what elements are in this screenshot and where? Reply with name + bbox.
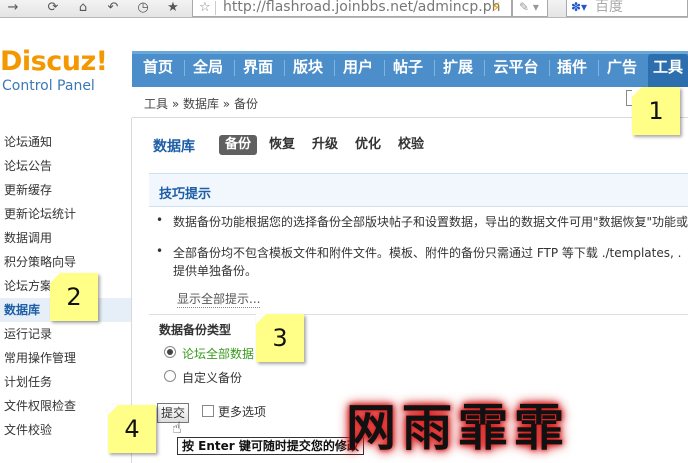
show-all-tips-link[interactable]: 显示全部提示... (177, 290, 261, 308)
address-bar[interactable]: ☆ http://flashroad.joinbbs.net/admincp.p… (192, 0, 512, 17)
tip-text: 全部备份均不包含模板文件和附件文件。模板、附件的备份只需通过 FTP 等下载 .… (173, 246, 682, 260)
sidebar-item-ops[interactable]: 常用操作管理 (0, 346, 131, 370)
lightning-icon[interactable]: ⚡ (491, 0, 501, 16)
breadcrumb: 工具 » 数据库 » 备份 (144, 97, 258, 111)
sidebar-item-credits[interactable]: 积分策略向导 (0, 250, 131, 274)
bullet: • (156, 244, 164, 258)
search-input[interactable]: ✽▾ 百度 (566, 0, 688, 17)
search-placeholder: 百度 (595, 0, 623, 15)
submit-tooltip: 按 Enter 键可随时提交您的修改 (177, 437, 364, 455)
history-icon[interactable]: ◷ (134, 0, 152, 17)
favorite-icon[interactable]: ☆ (199, 0, 211, 15)
backup-type-label: 数据备份类型 (159, 323, 232, 337)
more-options-label: 更多选项 (218, 405, 267, 419)
address-text: http://flashroad.joinbbs.net/admincp.ph (223, 0, 501, 15)
nav-plugins[interactable]: 插件 (554, 54, 590, 87)
sidebar-item-stats[interactable]: 更新论坛统计 (0, 202, 131, 226)
home-icon[interactable]: ⌂ (74, 0, 92, 17)
radio-button[interactable] (164, 370, 176, 382)
tip-text: 数据备份功能根据您的选择备份全部版块帖子和设置数据，导出的数据文件可用"数据恢复… (173, 215, 688, 229)
nav-divider (598, 60, 599, 76)
sidebar-item-announce[interactable]: 论坛公告 (0, 154, 131, 178)
browser-toolbar: → ⟳ ⌂ ↶ ◷ ★ ☆ http://flashroad.joinbbs.n… (0, 0, 688, 18)
note-3: 3 (256, 314, 304, 362)
nav-divider (384, 60, 385, 76)
watermark: 网雨霏霏 (346, 398, 570, 457)
nav-home[interactable]: 首页 (140, 54, 176, 87)
nav-divider (484, 60, 485, 76)
page-title: 数据库 (153, 139, 195, 155)
radio-button[interactable] (164, 346, 176, 358)
sidebar-item-log[interactable]: 运行记录 (0, 322, 131, 346)
bookmark-star-icon[interactable]: ★ (164, 0, 182, 17)
tip-text: 提供单独备份。 (173, 264, 258, 278)
nav-divider (334, 60, 335, 76)
nav-users[interactable]: 用户 (340, 54, 376, 87)
sidebar-item-notify[interactable]: 论坛通知 (0, 130, 131, 154)
tab-restore[interactable]: 恢复 (263, 135, 301, 155)
forward-icon[interactable]: → (4, 0, 22, 17)
header: Discuz! Control Panel 首页 全局 界面 版块 用户 帖子 … (0, 18, 688, 94)
tools-icon[interactable]: ✎ ▾ (512, 0, 548, 17)
top-nav: 首页 全局 界面 版块 用户 帖子 扩展 云平台 插件 广告 工具 (132, 51, 688, 87)
divider (149, 314, 688, 315)
bullet: • (156, 213, 164, 227)
tab-optimize[interactable]: 优化 (349, 135, 387, 155)
radio-label: 论坛全部数据 (182, 347, 255, 361)
nav-divider (184, 60, 185, 76)
nav-posts[interactable]: 帖子 (390, 54, 426, 87)
baidu-icon: ✽▾ (571, 0, 588, 14)
tab-upgrade[interactable]: 升级 (306, 135, 344, 155)
nav-tools[interactable]: 工具 (648, 54, 688, 87)
nav-interface[interactable]: 界面 (240, 54, 276, 87)
undo-icon[interactable]: ↶ (104, 0, 122, 17)
nav-divider (284, 60, 285, 76)
nav-divider (234, 60, 235, 76)
tips-title: 技巧提示 (159, 187, 212, 202)
logo-subtitle: Control Panel (2, 78, 95, 94)
more-options-checkbox[interactable] (202, 405, 214, 417)
nav-ads[interactable]: 广告 (604, 54, 640, 87)
sidebar-item-cron[interactable]: 计划任务 (0, 370, 131, 394)
tab-backup[interactable]: 备份 (219, 135, 258, 155)
hand-cursor-icon: ☝ (172, 418, 182, 437)
address-divider (215, 1, 216, 15)
nav-divider (549, 60, 550, 76)
logo[interactable]: Discuz! (0, 46, 108, 77)
note-1: 1 (632, 87, 680, 135)
nav-cloud[interactable]: 云平台 (490, 54, 542, 87)
note-2: 2 (50, 273, 98, 321)
nav-divider (434, 60, 435, 76)
nav-forums[interactable]: 版块 (290, 54, 326, 87)
sidebar-item-datacall[interactable]: 数据调用 (0, 226, 131, 250)
nav-global[interactable]: 全局 (190, 54, 226, 87)
note-4: 4 (108, 405, 156, 453)
reload-icon[interactable]: ⟳ (44, 0, 62, 17)
radio-label: 自定义备份 (182, 371, 243, 385)
nav-extensions[interactable]: 扩展 (440, 54, 476, 87)
tab-check[interactable]: 校验 (392, 135, 430, 155)
tips-header: 技巧提示 (149, 173, 688, 207)
breadcrumb-bar: 工具 » 数据库 » 备份 (132, 88, 688, 118)
sidebar-item-cache[interactable]: 更新缓存 (0, 178, 131, 202)
